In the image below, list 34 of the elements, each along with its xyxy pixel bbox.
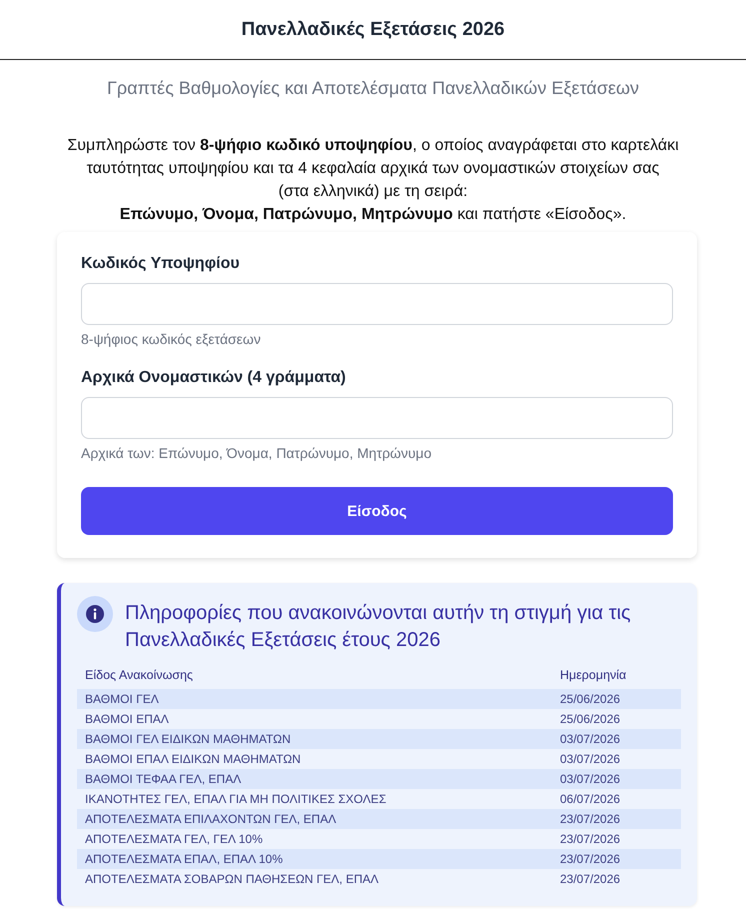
instructions-text: Συμπληρώστε τον 8-ψήφιο κωδικό υποψηφίου, ο οποίος αναγράφεται στο καρτελάκι ταυτότητας υποψηφίου και τα 4 κεφαλαία αρχικά των ονομαστικών στοιχείων σας (στα ελληνικά) με τη σειρά: Επώνυμο, Όνομα, Πατρώνυμο, Μητρώνυμο και πατήστε «Είσοδος». (66, 136, 680, 225)
table-cell-text: ΒΑΘΜΟΙ ΤΕΦΑΑ ΓΕΛ, ΕΠΑΛ (84, 772, 242, 786)
table-cell-text: 23/07/2026 (559, 852, 622, 866)
table-cell-text: ΑΠΟΤΕΛΕΣΜΑΤΑ ΓΕΛ, ΓΕΛ 10% (84, 832, 264, 846)
table-cell-text: 25/06/2026 (559, 692, 622, 706)
table-cell-text: 23/07/2026 (559, 812, 622, 826)
field-hint: 8-ψήφιος κωδικός εξετάσεων (81, 331, 262, 347)
input-field[interactable] (81, 397, 673, 439)
table-cell-text: 23/07/2026 (559, 872, 622, 886)
table-cell-text: ΒΑΘΜΟΙ ΕΠΑΛ (84, 712, 170, 726)
login-button[interactable]: Είσοδος (81, 487, 673, 535)
table-cell-text: ΒΑΘΜΟΙ ΓΕΛ ΕΙΔΙΚΩΝ ΜΑΘΗΜΑΤΩΝ (84, 732, 292, 746)
table-cell-text: ΑΠΟΤΕΛΕΣΜΑΤΑ ΣΟΒΑΡΩΝ ΠΑΘΗΣΕΩΝ ΓΕΛ, ΕΠΑΛ (84, 872, 380, 886)
table-cell-text: 25/06/2026 (559, 712, 622, 726)
info-title: Πληροφορίες που ανακοινώνονται αυτήν τη στιγμή για τις Πανελλαδικές Εξετάσεις έτους 2026 (125, 601, 632, 653)
table-cell-text: ΑΠΟΤΕΛΕΣΜΑΤΑ ΕΠΑΛ, ΕΠΑΛ 10% (84, 852, 284, 866)
field-hint: Αρχικά των: Επώνυμο, Όνομα, Πατρώνυμο, Μητρώνυμο (81, 445, 432, 461)
field-label: Αρχικά Ονομαστικών (4 γράμματα) (81, 368, 347, 388)
info-icon (77, 596, 113, 632)
table-cell-text: ΒΑΘΜΟΙ ΓΕΛ (84, 692, 160, 706)
table-cell-text: 23/07/2026 (559, 832, 622, 846)
field-label: Κωδικός Υποψηφίου (81, 254, 241, 274)
table-cell-text: ΑΠΟΤΕΛΕΣΜΑΤΑ ΕΠΙΛΑΧΟΝΤΩΝ ΓΕΛ, ΕΠΑΛ (84, 812, 338, 826)
subtitle: Γραπτές Βαθμολογίες και Αποτελέσματα Πανελλαδικών Εξετάσεων (106, 77, 640, 100)
input-field[interactable] (81, 283, 673, 325)
table-cell-text: ΙΚΑΝΟΤΗΤΕΣ ΓΕΛ, ΕΠΑΛ ΓΙΑ ΜΗ ΠΟΛΙΤΙΚΕΣ ΣΧΟΛΕΣ (84, 792, 388, 806)
table-cell-text: 03/07/2026 (559, 752, 622, 766)
table-cell-text: 03/07/2026 (559, 732, 622, 746)
column-header: Ημερομηνία (559, 668, 628, 682)
column-header: Είδος Ανακοίνωσης (84, 668, 194, 682)
table-cell-text: ΒΑΘΜΟΙ ΕΠΑΛ ΕΙΔΙΚΩΝ ΜΑΘΗΜΑΤΩΝ (84, 752, 302, 766)
page-title: Πανελλαδικές Εξετάσεις 2026 (241, 18, 505, 40)
table-cell-text: 03/07/2026 (559, 772, 622, 786)
table-cell-text: 06/07/2026 (559, 792, 622, 806)
